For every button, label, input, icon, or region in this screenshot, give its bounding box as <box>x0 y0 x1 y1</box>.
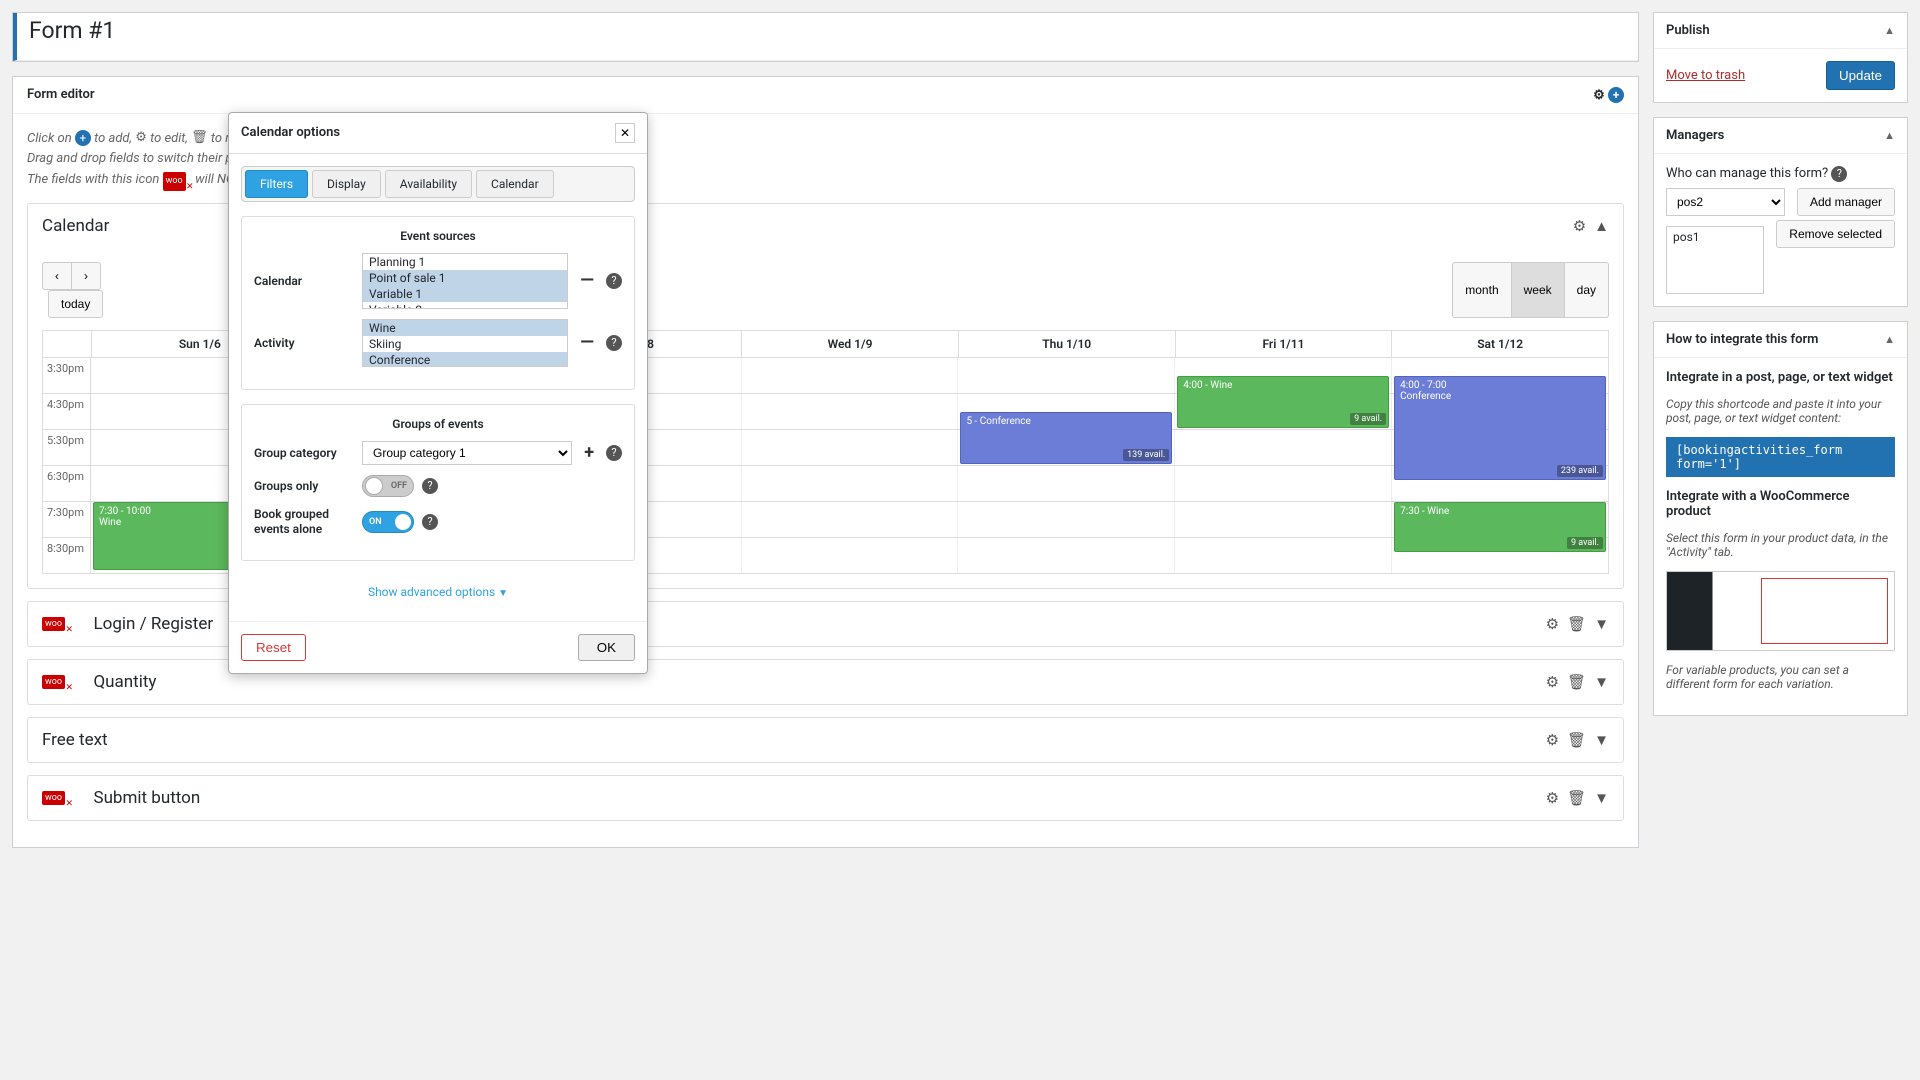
field-freetext[interactable]: Free text⚙🗑▼ <box>27 717 1624 763</box>
help-icon[interactable]: ? <box>422 478 438 494</box>
groups-only-toggle[interactable]: OFF <box>362 475 414 497</box>
calendar-options-dialog: Calendar options ✕ Filters Display Avail… <box>228 112 648 674</box>
field-collapse-icon[interactable]: ▼ <box>1594 615 1609 633</box>
field-settings-icon[interactable]: ⚙ <box>1546 789 1559 807</box>
cal-prev-button[interactable]: ‹ <box>42 262 72 290</box>
book-grouped-label: Book grouped events alone <box>254 507 354 538</box>
help-icon[interactable]: ? <box>422 514 438 530</box>
dialog-close-button[interactable]: ✕ <box>615 123 635 143</box>
gear-icon: ⚙ <box>135 130 147 145</box>
field-collapse-icon[interactable]: ▲ <box>1594 217 1609 235</box>
help-icon[interactable]: ? <box>606 445 622 461</box>
managers-title: Managers <box>1666 128 1724 143</box>
integrate-text-3: For variable products, you can set a dif… <box>1666 663 1895 691</box>
field-submit[interactable]: woo Submit button⚙🗑▼ <box>27 775 1624 821</box>
field-settings-icon[interactable]: ⚙ <box>1546 731 1559 749</box>
cal-month-button[interactable]: month <box>1452 262 1511 318</box>
form-editor-panel: Form editor ⚙ + Click on + to add, ⚙ to … <box>12 76 1639 848</box>
manager-select[interactable]: pos2 <box>1666 188 1785 216</box>
event-sources-heading: Event sources <box>254 229 622 243</box>
integrate-text-2: Select this form in your product data, i… <box>1666 531 1895 559</box>
woo-icon: woo <box>42 791 65 805</box>
managers-listbox[interactable]: pos1 <box>1666 226 1764 294</box>
integrate-heading-1: Integrate in a post, page, or text widge… <box>1666 370 1895 385</box>
collapse-icon[interactable]: ▲ <box>1884 129 1895 142</box>
add-field-icon[interactable]: + <box>1608 87 1624 103</box>
group-category-select[interactable]: Group category 1 <box>362 441 572 465</box>
dialog-tabs: Filters Display Availability Calendar <box>241 166 635 202</box>
field-collapse-icon[interactable]: ▼ <box>1594 789 1609 807</box>
groups-only-label: Groups only <box>254 479 354 493</box>
field-delete-icon[interactable]: 🗑 <box>1567 731 1586 749</box>
managers-label: Who can manage this form? <box>1666 166 1828 181</box>
field-collapse-icon[interactable]: ▼ <box>1594 731 1609 749</box>
tab-calendar[interactable]: Calendar <box>476 170 554 198</box>
field-settings-icon[interactable]: ⚙ <box>1546 673 1559 691</box>
woo-icon: woo <box>42 675 65 689</box>
calendar-multiselect[interactable]: Planning 1 Point of sale 1 Variable 1 Va… <box>362 253 568 309</box>
cal-today-button[interactable]: today <box>48 290 103 318</box>
activity-multiselect[interactable]: Wine Skiing Conference <box>362 319 568 367</box>
collapse-icon[interactable]: ▲ <box>1884 333 1895 346</box>
cal-week-button[interactable]: week <box>1512 262 1565 318</box>
ok-button[interactable]: OK <box>578 634 635 661</box>
calendar-remove-button[interactable]: — <box>576 270 598 291</box>
tab-display[interactable]: Display <box>312 170 381 198</box>
groups-heading: Groups of events <box>254 417 622 431</box>
group-add-button[interactable]: + <box>580 442 598 463</box>
managers-box: Managers ▲ Who can manage this form? ? po… <box>1653 117 1908 307</box>
field-collapse-icon[interactable]: ▼ <box>1594 673 1609 691</box>
field-settings-icon[interactable]: ⚙ <box>1546 615 1559 633</box>
product-data-thumbnail <box>1666 571 1895 651</box>
update-button[interactable]: Update <box>1826 61 1895 90</box>
group-category-label: Group category <box>254 446 354 460</box>
integrate-box: How to integrate this form ▲ Integrate in… <box>1653 321 1908 716</box>
panel-title: Form editor <box>27 87 95 102</box>
field-calendar-title: Calendar <box>42 216 109 236</box>
editor-settings-icon[interactable]: ⚙ <box>1593 88 1605 103</box>
collapse-icon[interactable]: ▲ <box>1884 24 1895 37</box>
activity-remove-button[interactable]: — <box>576 332 598 353</box>
show-advanced-link[interactable]: Show advanced options ▼ <box>241 575 635 609</box>
help-icon[interactable]: ? <box>606 273 622 289</box>
publish-title: Publish <box>1666 23 1710 38</box>
integrate-title: How to integrate this form <box>1666 332 1818 347</box>
book-grouped-toggle[interactable]: ON <box>362 511 414 533</box>
cal-next-button[interactable]: › <box>72 262 101 290</box>
reset-button[interactable]: Reset <box>241 634 306 661</box>
tab-filters[interactable]: Filters <box>245 170 308 198</box>
move-to-trash-link[interactable]: Move to trash <box>1666 68 1745 83</box>
help-icon[interactable]: ? <box>606 335 622 351</box>
plus-icon: + <box>75 130 91 146</box>
field-settings-icon[interactable]: ⚙ <box>1573 217 1586 235</box>
field-delete-icon[interactable]: 🗑 <box>1567 615 1586 633</box>
shortcode[interactable]: [bookingactivities_form form='1'] <box>1666 437 1895 477</box>
field-delete-icon[interactable]: 🗑 <box>1567 789 1586 807</box>
integrate-heading-2: Integrate with a WooCommerce product <box>1666 489 1895 519</box>
help-icon[interactable]: ? <box>1831 166 1847 182</box>
woo-icon: woo <box>163 172 186 190</box>
integrate-text-1: Copy this shortcode and paste it into yo… <box>1666 397 1895 425</box>
remove-manager-button[interactable]: Remove selected <box>1776 220 1895 248</box>
activity-select-label: Activity <box>254 336 354 350</box>
trash-icon: 🗑 <box>191 130 208 145</box>
field-delete-icon[interactable]: 🗑 <box>1567 673 1586 691</box>
calendar-select-label: Calendar <box>254 274 354 288</box>
cal-day-button[interactable]: day <box>1565 262 1609 318</box>
tab-availability[interactable]: Availability <box>385 170 472 198</box>
publish-box: Publish ▲ Move to trash Update <box>1653 12 1908 103</box>
dialog-title: Calendar options <box>241 125 340 140</box>
page-title: Form #1 <box>13 13 1638 61</box>
add-manager-button[interactable]: Add manager <box>1797 188 1895 216</box>
woo-icon: woo <box>42 617 65 631</box>
